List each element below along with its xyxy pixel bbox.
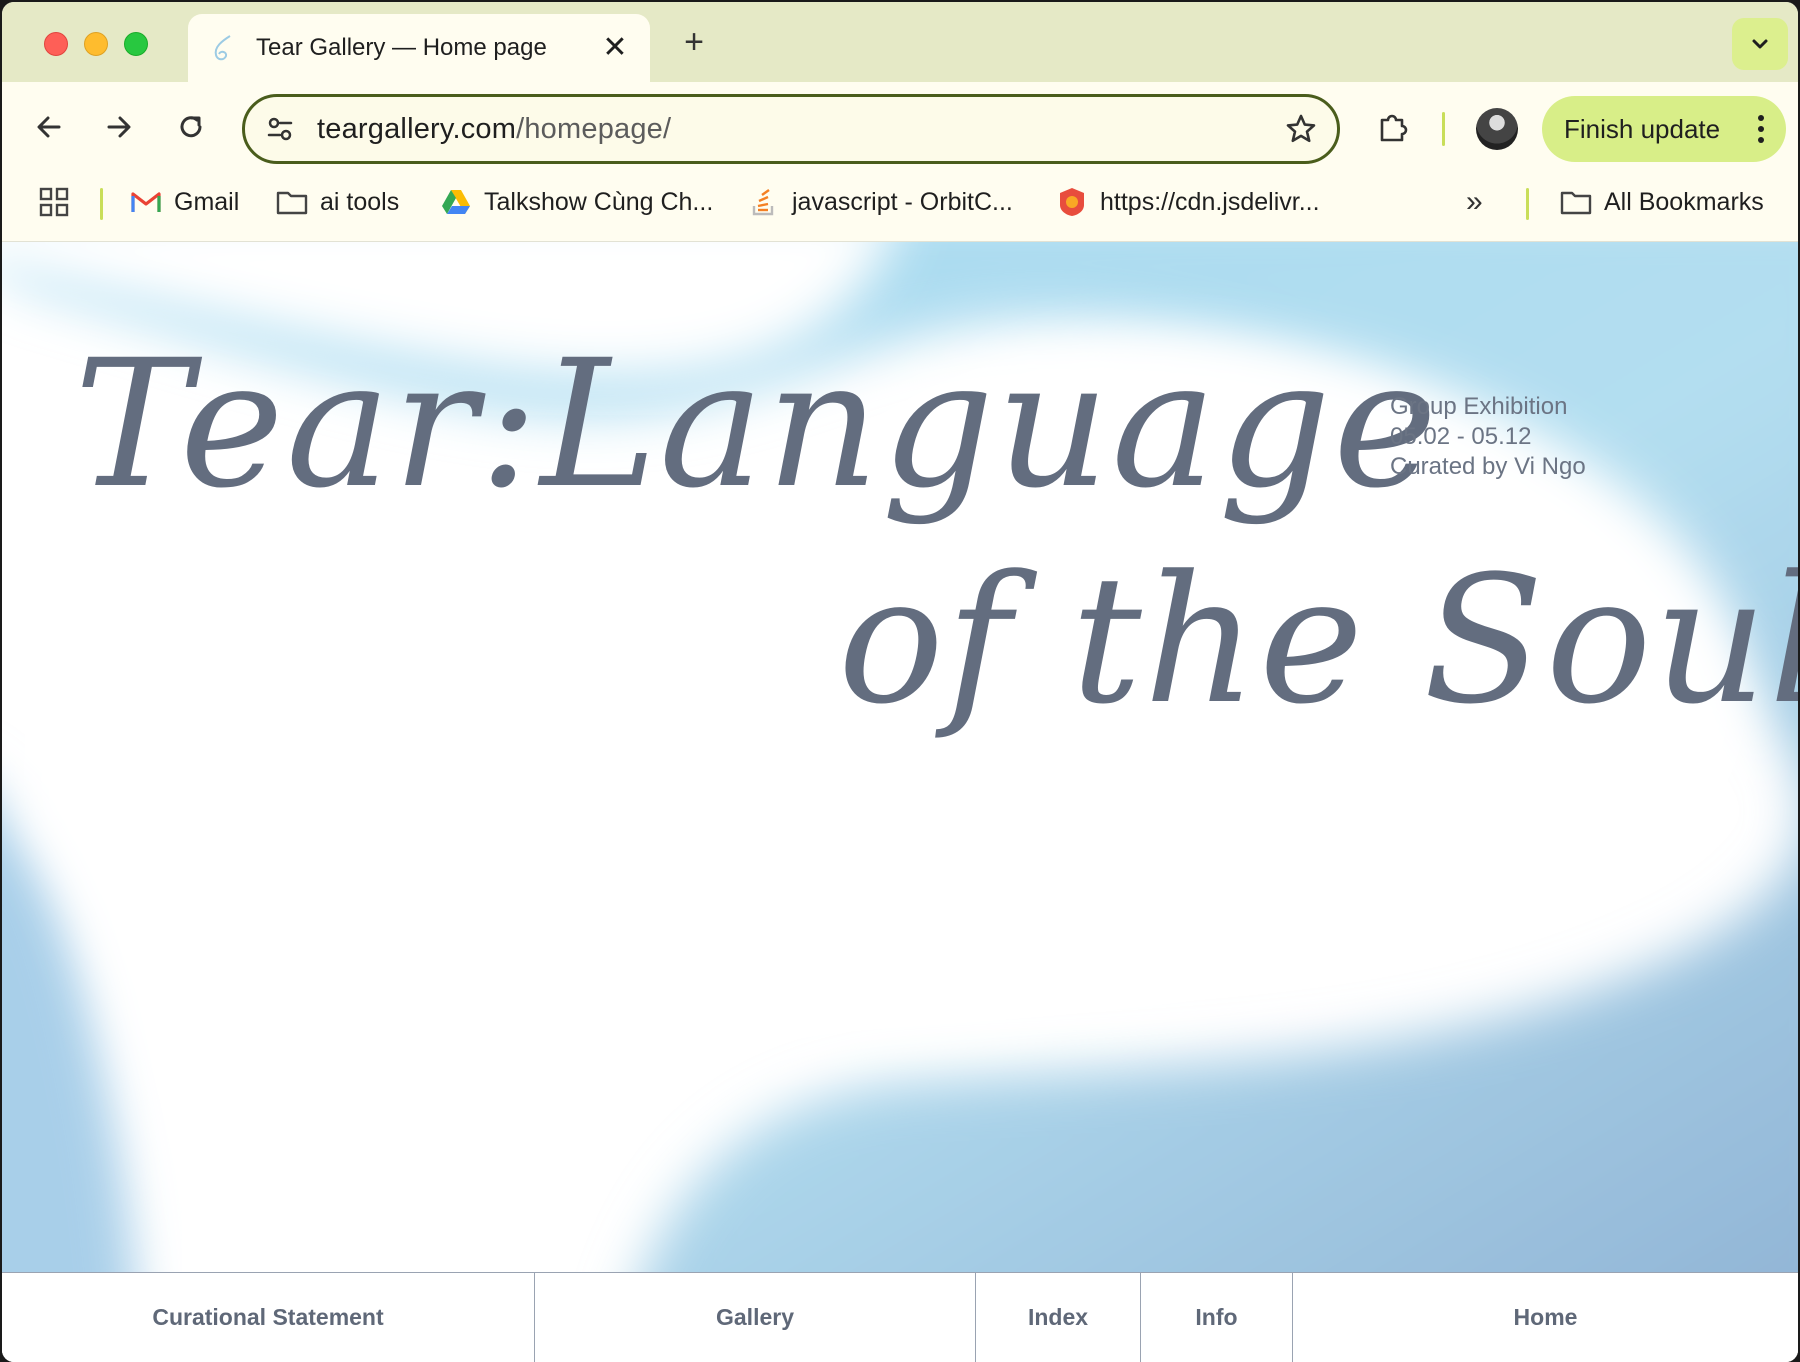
maximize-window-button[interactable]	[124, 32, 148, 56]
reload-button[interactable]	[166, 102, 216, 152]
back-button[interactable]	[24, 102, 74, 152]
profile-avatar[interactable]	[1476, 108, 1518, 150]
url-text[interactable]: teargallery.com/homepage/	[317, 113, 1285, 146]
bookmark-label: javascript - OrbitC...	[792, 187, 1013, 216]
nav-curational-statement[interactable]: Curational Statement	[2, 1273, 535, 1362]
address-bar[interactable]: teargallery.com/homepage/	[242, 94, 1340, 164]
new-tab-button[interactable]: +	[674, 22, 714, 62]
folder-icon	[1560, 186, 1592, 218]
active-tab[interactable]: Tear Gallery — Home page ✕	[188, 14, 650, 82]
exhibition-dates: 05.02 - 05.12	[1390, 423, 1532, 450]
url-host: teargallery.com	[317, 112, 517, 145]
bookmarks-separator	[1526, 188, 1529, 220]
bookmarks-separator	[100, 188, 103, 220]
jsdelivr-icon	[1056, 186, 1088, 218]
bookmark-talkshow[interactable]: Talkshow Cùng Ch...	[440, 172, 713, 232]
nav-index[interactable]: Index	[976, 1273, 1141, 1362]
all-bookmarks-button[interactable]: All Bookmarks	[1560, 172, 1764, 232]
more-menu-icon[interactable]	[1758, 115, 1764, 143]
site-navigation: Curational Statement Gallery Index Info …	[2, 1272, 1798, 1362]
site-settings-icon[interactable]	[265, 114, 295, 144]
bookmark-gmail[interactable]: Gmail	[130, 172, 239, 232]
google-drive-icon	[440, 186, 472, 218]
bookmarks-bar: Gmail ai tools Talkshow Cùng Ch... javas…	[2, 172, 1798, 242]
tab-title: Tear Gallery — Home page	[256, 34, 547, 61]
hero-title-line-2: of the Soul	[838, 538, 1798, 743]
bookmark-ai-tools[interactable]: ai tools	[276, 172, 399, 232]
finish-update-button[interactable]: Finish update	[1542, 96, 1786, 162]
extensions-button[interactable]	[1368, 102, 1418, 152]
tab-search-button[interactable]	[1732, 18, 1788, 70]
nav-info[interactable]: Info	[1141, 1273, 1293, 1362]
puzzle-piece-icon	[1380, 114, 1408, 142]
browser-toolbar: teargallery.com/homepage/ Finish update	[2, 82, 1798, 172]
bookmark-star-icon[interactable]	[1285, 113, 1317, 145]
tab-strip: Tear Gallery — Home page ✕ +	[2, 2, 1798, 82]
stackoverflow-icon	[748, 186, 780, 218]
nav-gallery[interactable]: Gallery	[535, 1273, 976, 1362]
minimize-window-button[interactable]	[84, 32, 108, 56]
tear-favicon-icon	[214, 35, 231, 61]
hero-title-line-1: Tear:Language	[74, 322, 1440, 527]
bookmark-javascript[interactable]: javascript - OrbitC...	[748, 172, 1013, 232]
arrow-left-icon	[37, 116, 61, 138]
close-tab-icon[interactable]: ✕	[600, 33, 630, 63]
gmail-icon	[130, 186, 162, 218]
arrow-right-icon	[107, 116, 131, 138]
apps-grid-icon	[39, 187, 69, 217]
all-bookmarks-label: All Bookmarks	[1604, 187, 1764, 216]
close-window-button[interactable]	[44, 32, 68, 56]
browser-window: Tear Gallery — Home page ✕ + teargallery…	[2, 2, 1798, 1362]
bookmark-jsdelivr[interactable]: https://cdn.jsdelivr...	[1056, 172, 1320, 232]
chevron-down-icon	[1752, 39, 1768, 49]
bookmark-label: ai tools	[320, 187, 400, 216]
exhibition-info: Group Exhibition 05.02 - 05.12 Curated b…	[1390, 392, 1586, 482]
forward-button[interactable]	[94, 102, 144, 152]
url-path: /homepage/	[516, 112, 672, 145]
bookmark-label: https://cdn.jsdelivr...	[1100, 187, 1320, 216]
bookmark-label: Talkshow Cùng Ch...	[484, 187, 714, 216]
bookmarks-overflow-button[interactable]: »	[1466, 172, 1483, 232]
nav-home[interactable]: Home	[1293, 1273, 1798, 1362]
folder-icon	[276, 186, 308, 218]
double-chevron-right-icon: »	[1466, 185, 1483, 218]
toolbar-separator	[1442, 112, 1445, 146]
exhibition-type: Group Exhibition	[1390, 393, 1568, 420]
reload-icon	[180, 116, 202, 138]
exhibition-curator: Curated by Vi Ngo	[1390, 453, 1586, 480]
finish-update-label: Finish update	[1564, 113, 1721, 144]
web-page: Tear:Language of the Soul Group Exhibiti…	[2, 242, 1798, 1362]
apps-button[interactable]	[38, 172, 70, 232]
bookmark-label: Gmail	[174, 187, 240, 216]
